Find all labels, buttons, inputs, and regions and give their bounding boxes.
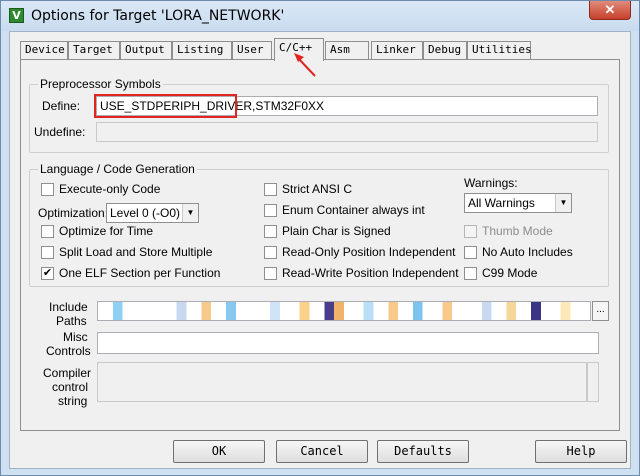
language-group: Language / Code Generation Execute-only … [29, 162, 609, 287]
tab-output[interactable]: Output [120, 41, 172, 59]
tab-asm[interactable]: Asm [325, 41, 369, 59]
split-load-label: Split Load and Store Multiple [59, 245, 213, 259]
thumb-mode-checkbox[interactable] [464, 225, 477, 238]
tab-utilities[interactable]: Utilities [467, 41, 532, 59]
undefine-label: Undefine: [34, 125, 86, 139]
cancel-button[interactable]: Cancel [276, 440, 368, 463]
split-load-checkbox[interactable] [41, 246, 54, 259]
undefine-field[interactable] [96, 122, 598, 142]
chevron-down-icon: ▼ [182, 204, 198, 222]
include-paths-label-1: Include [49, 300, 88, 314]
c-cpp-panel: Preprocessor Symbols Define: USE_STDPERI… [20, 59, 620, 431]
one-elf-checkbox[interactable]: ✔ [41, 267, 54, 280]
define-label: Define: [42, 99, 81, 113]
compiler-string-label-3: string [58, 394, 88, 408]
c99-mode-label: C99 Mode [482, 266, 538, 280]
plain-char-checkbox[interactable] [264, 225, 277, 238]
compiler-string-scrollbar[interactable] [587, 362, 599, 402]
chevron-down-icon: ▼ [555, 194, 571, 212]
ro-position-independent-label: Read-Only Position Independent [282, 245, 456, 259]
enum-container-checkbox[interactable] [264, 204, 277, 217]
thumb-mode-label: Thumb Mode [482, 224, 553, 238]
plain-char-label: Plain Char is Signed [282, 224, 391, 238]
defaults-button[interactable]: Defaults [377, 440, 469, 463]
compiler-string-label-2: control [52, 380, 89, 394]
tab-listing[interactable]: Listing [172, 41, 232, 59]
misc-controls-label-1: Misc [63, 330, 88, 344]
tab-c-cpp[interactable]: C/C++ [274, 38, 324, 61]
one-elf-label: One ELF Section per Function [59, 266, 221, 280]
no-auto-includes-label: No Auto Includes [482, 245, 573, 259]
tab-target[interactable]: Target [68, 41, 120, 59]
keil-uvision-icon: V [9, 8, 24, 23]
window-title: Options for Target 'LORA_NETWORK' [31, 8, 285, 24]
optimize-time-checkbox[interactable] [41, 225, 54, 238]
language-legend: Language / Code Generation [38, 162, 197, 176]
preprocessor-group: Preprocessor Symbols Define: USE_STDPERI… [29, 77, 609, 153]
warnings-value: All Warnings [468, 196, 535, 210]
optimization-label: Optimization: [38, 206, 109, 220]
title-bar[interactable]: V Options for Target 'LORA_NETWORK' ✕ [1, 1, 639, 31]
strict-ansi-checkbox[interactable] [264, 183, 277, 196]
include-paths-label-2: Paths [56, 314, 87, 328]
tab-debug[interactable]: Debug [423, 41, 467, 59]
define-field[interactable]: USE_STDPERIPH_DRIVER,STM32F0XX [96, 96, 598, 116]
include-paths-field[interactable] [97, 301, 591, 321]
options-dialog: V Options for Target 'LORA_NETWORK' ✕ De… [0, 0, 640, 476]
strict-ansi-label: Strict ANSI C [282, 182, 353, 196]
no-auto-includes-checkbox[interactable] [464, 246, 477, 259]
tab-user[interactable]: User [232, 41, 272, 59]
misc-controls-field[interactable] [97, 332, 599, 354]
optimize-time-label: Optimize for Time [59, 224, 154, 238]
optimization-select[interactable]: Level 0 (-O0) ▼ [106, 203, 199, 223]
c99-mode-checkbox[interactable] [464, 267, 477, 280]
preprocessor-legend: Preprocessor Symbols [38, 77, 163, 91]
execute-only-label: Execute-only Code [59, 182, 161, 196]
execute-only-checkbox[interactable] [41, 183, 54, 196]
enum-container-label: Enum Container always int [282, 203, 425, 217]
warnings-select[interactable]: All Warnings ▼ [464, 193, 572, 213]
rw-position-independent-label: Read-Write Position Independent [282, 266, 459, 280]
misc-controls-label-2: Controls [46, 344, 91, 358]
include-paths-browse-button[interactable]: ... [592, 301, 609, 321]
rw-position-independent-checkbox[interactable] [264, 267, 277, 280]
compiler-control-string-field [97, 362, 587, 402]
dialog-body: Device Target Output Listing User C/C++ … [9, 31, 631, 469]
ro-position-independent-checkbox[interactable] [264, 246, 277, 259]
compiler-string-label-1: Compiler [43, 366, 92, 380]
tab-device[interactable]: Device [20, 41, 68, 59]
optimization-value: Level 0 (-O0) [110, 206, 181, 220]
help-button[interactable]: Help [535, 440, 627, 463]
close-button[interactable]: ✕ [589, 1, 631, 20]
warnings-label: Warnings: [464, 176, 518, 190]
tab-linker[interactable]: Linker [371, 41, 423, 59]
ok-button[interactable]: OK [173, 440, 265, 463]
